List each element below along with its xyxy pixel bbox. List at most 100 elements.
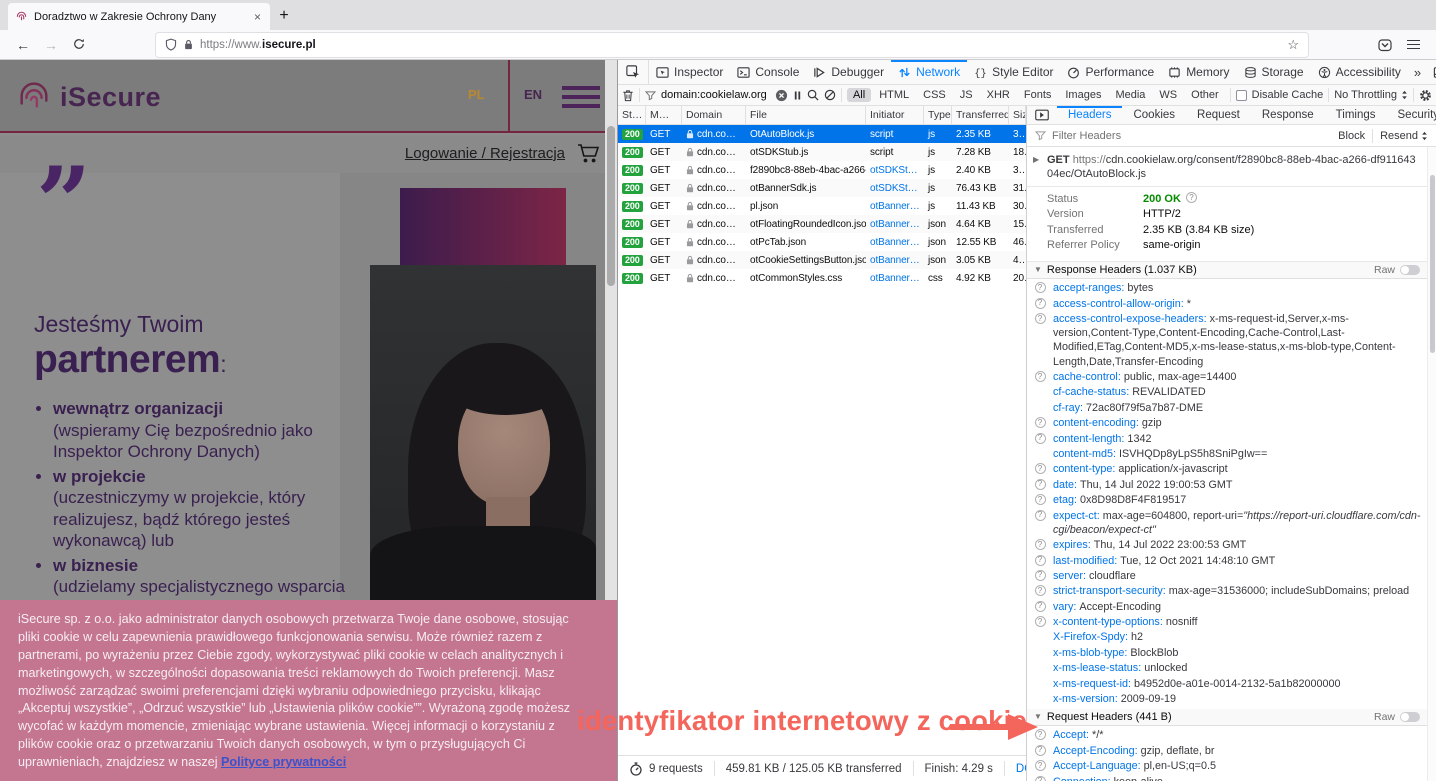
initiator-cell[interactable]: otBanner… bbox=[866, 237, 924, 248]
pick-element-icon[interactable] bbox=[618, 60, 649, 84]
header-row[interactable]: X-Firefox-Spdy: h2 bbox=[1027, 630, 1427, 645]
search-icon[interactable] bbox=[807, 89, 819, 101]
request-row[interactable]: 200GETcdn.co…otBannerSdk.jsotSDKSt…js76.… bbox=[618, 179, 1026, 197]
split-console-icon[interactable] bbox=[1427, 66, 1436, 79]
header-row[interactable]: cf-cache-status: REVALIDATED bbox=[1027, 385, 1427, 400]
network-settings-gear-icon[interactable] bbox=[1419, 89, 1432, 102]
header-row[interactable]: ?date: Thu, 14 Jul 2022 19:00:53 GMT bbox=[1027, 477, 1427, 492]
initiator-cell[interactable]: otBanner… bbox=[866, 273, 924, 284]
header-row[interactable]: ?access-control-expose-headers: x-ms-req… bbox=[1027, 311, 1427, 369]
initiator-cell[interactable]: otSDKSt… bbox=[866, 165, 924, 176]
header-row[interactable]: ?server: cloudflare bbox=[1027, 568, 1427, 583]
header-row[interactable]: cf-ray: 72ac80f79f5a7b87-DME bbox=[1027, 400, 1427, 415]
header-row[interactable]: ?expires: Thu, 14 Jul 2022 23:00:53 GMT bbox=[1027, 538, 1427, 553]
devtools-tab-style-editor[interactable]: {}Style Editor bbox=[967, 60, 1060, 84]
open-split-panel-icon[interactable] bbox=[1027, 106, 1057, 124]
header-row[interactable]: ?vary: Accept-Encoding bbox=[1027, 599, 1427, 614]
details-tab-request[interactable]: Request bbox=[1186, 106, 1251, 124]
column-header-domain[interactable]: Domain bbox=[682, 106, 746, 124]
devtools-tab-console[interactable]: Console bbox=[730, 60, 806, 84]
header-row[interactable]: ?Accept: */* bbox=[1027, 728, 1427, 743]
header-row[interactable]: ?Accept-Encoding: gzip, deflate, br bbox=[1027, 743, 1427, 758]
details-tab-headers[interactable]: Headers bbox=[1057, 106, 1122, 124]
login-register-link[interactable]: Logowanie / Rejestracja bbox=[405, 145, 565, 162]
header-row[interactable]: ?accept-ranges: bytes bbox=[1027, 281, 1427, 296]
clear-filter-icon[interactable] bbox=[775, 89, 788, 102]
details-tab-timings[interactable]: Timings bbox=[1325, 106, 1387, 124]
header-row[interactable]: x-ms-blob-type: BlockBlob bbox=[1027, 645, 1427, 660]
filter-headers-input[interactable]: Filter Headers bbox=[1052, 130, 1121, 142]
devtools-tab-storage[interactable]: Storage bbox=[1237, 60, 1311, 84]
type-filter-fonts[interactable]: Fonts bbox=[1018, 88, 1058, 102]
cart-icon[interactable] bbox=[577, 143, 601, 170]
request-row[interactable]: 200GETcdn.co…otCommonStyles.cssotBanner…… bbox=[618, 269, 1026, 287]
column-header-type[interactable]: Type bbox=[924, 106, 952, 124]
disable-cache-checkbox[interactable] bbox=[1236, 90, 1247, 101]
initiator-cell[interactable]: otBanner… bbox=[866, 219, 924, 230]
header-row[interactable]: ?strict-transport-security: max-age=3153… bbox=[1027, 584, 1427, 599]
block-request-icon[interactable] bbox=[824, 89, 836, 101]
app-menu-icon[interactable] bbox=[1400, 37, 1426, 51]
devtools-tab-network[interactable]: Network bbox=[891, 60, 967, 84]
initiator-cell[interactable]: otBanner… bbox=[866, 255, 924, 266]
privacy-policy-link[interactable]: Polityce prywatności bbox=[221, 755, 346, 769]
browser-tab[interactable]: Doradztwo w Zakresie Ochrony Dany × bbox=[8, 3, 270, 30]
header-row[interactable]: x-ms-version: 2009-09-19 bbox=[1027, 691, 1427, 706]
type-filter-all[interactable]: All bbox=[847, 88, 871, 102]
type-filter-html[interactable]: HTML bbox=[873, 88, 915, 102]
tabs-overflow-icon[interactable]: » bbox=[1408, 60, 1427, 84]
request-row[interactable]: 200GETcdn.co…otFloatingRoundedIcon.jsono… bbox=[618, 215, 1026, 233]
initiator-cell[interactable]: otSDKSt… bbox=[866, 183, 924, 194]
type-filter-media[interactable]: Media bbox=[1109, 88, 1151, 102]
type-filter-other[interactable]: Other bbox=[1185, 88, 1225, 102]
details-tab-response[interactable]: Response bbox=[1251, 106, 1325, 124]
header-row[interactable]: ?access-control-allow-origin: * bbox=[1027, 296, 1427, 311]
request-row[interactable]: 200GETcdn.co…otPcTab.jsonotBanner…json12… bbox=[618, 233, 1026, 251]
throttling-select[interactable]: No Throttling bbox=[1334, 89, 1408, 101]
request-row[interactable]: 200GETcdn.co…pl.jsonotBanner…js11.43 KB3… bbox=[618, 197, 1026, 215]
triangle-right-icon[interactable]: ▶ bbox=[1033, 153, 1047, 181]
devtools-tab-debugger[interactable]: Debugger bbox=[806, 60, 891, 84]
header-row[interactable]: ?Accept-Language: pl,en-US;q=0.5 bbox=[1027, 759, 1427, 774]
response-headers-section-header[interactable]: ▼ Response Headers (1.037 KB) Raw bbox=[1027, 262, 1427, 279]
column-header-status[interactable]: St… bbox=[618, 106, 646, 124]
header-row[interactable]: ?last-modified: Tue, 12 Oct 2021 14:48:1… bbox=[1027, 553, 1427, 568]
resend-button[interactable]: Resend bbox=[1380, 130, 1428, 142]
forward-icon[interactable]: → bbox=[38, 37, 64, 53]
devtools-tab-accessibility[interactable]: Accessibility bbox=[1311, 60, 1408, 84]
bookmark-star-icon[interactable]: ☆ bbox=[1287, 37, 1299, 53]
request-headers-section-header[interactable]: ▼ Request Headers (441 B) Raw bbox=[1027, 709, 1427, 726]
column-header-method[interactable]: M… bbox=[646, 106, 682, 124]
devtools-tab-memory[interactable]: Memory bbox=[1161, 60, 1236, 84]
header-row[interactable]: ?content-encoding: gzip bbox=[1027, 416, 1427, 431]
header-row[interactable]: x-ms-request-id: b4952d0e-a01e-0014-2132… bbox=[1027, 676, 1427, 691]
details-tab-cookies[interactable]: Cookies bbox=[1122, 106, 1186, 124]
request-row[interactable]: 200GETcdn.co…otSDKStub.jsscriptjs7.28 KB… bbox=[618, 143, 1026, 161]
site-logo[interactable]: iSecure bbox=[16, 76, 161, 119]
column-header-file[interactable]: File bbox=[746, 106, 866, 124]
clear-requests-trash-icon[interactable] bbox=[622, 89, 634, 102]
details-tab-security[interactable]: Security bbox=[1387, 106, 1436, 124]
type-filter-xhr[interactable]: XHR bbox=[981, 88, 1016, 102]
column-header-trans[interactable]: Transferred bbox=[952, 106, 1009, 124]
pocket-icon[interactable] bbox=[1372, 38, 1398, 52]
language-en-button[interactable]: EN bbox=[524, 87, 542, 102]
column-header-size[interactable]: Size bbox=[1009, 106, 1026, 124]
type-filter-js[interactable]: JS bbox=[954, 88, 979, 102]
back-icon[interactable]: ← bbox=[10, 37, 36, 53]
tab-close-icon[interactable]: × bbox=[252, 10, 263, 24]
devtools-tab-inspector[interactable]: Inspector bbox=[649, 60, 730, 84]
header-row[interactable]: content-md5: ISVHQDp8yLpS5h8SniPgIw== bbox=[1027, 446, 1427, 461]
language-pl-button[interactable]: PL bbox=[468, 87, 485, 102]
devtools-tab-performance[interactable]: Performance bbox=[1060, 60, 1161, 84]
header-row[interactable]: ?Connection: keep-alive bbox=[1027, 774, 1427, 781]
request-row[interactable]: 200GETcdn.co…otCookieSettingsButton.json… bbox=[618, 251, 1026, 269]
block-button[interactable]: Block bbox=[1338, 130, 1365, 142]
type-filter-ws[interactable]: WS bbox=[1153, 88, 1183, 102]
type-filter-css[interactable]: CSS bbox=[917, 88, 952, 102]
request-row[interactable]: 200GETcdn.co…f2890bc8-88eb-4bac-a266-df9… bbox=[618, 161, 1026, 179]
column-header-init[interactable]: Initiator bbox=[866, 106, 924, 124]
request-url-line[interactable]: ▶ GET https://cdn.cookielaw.org/consent/… bbox=[1027, 147, 1427, 187]
details-scrollbar[interactable] bbox=[1427, 147, 1436, 781]
request-row[interactable]: 200GETcdn.co…OtAutoBlock.jsscriptjs2.35 … bbox=[618, 125, 1026, 143]
